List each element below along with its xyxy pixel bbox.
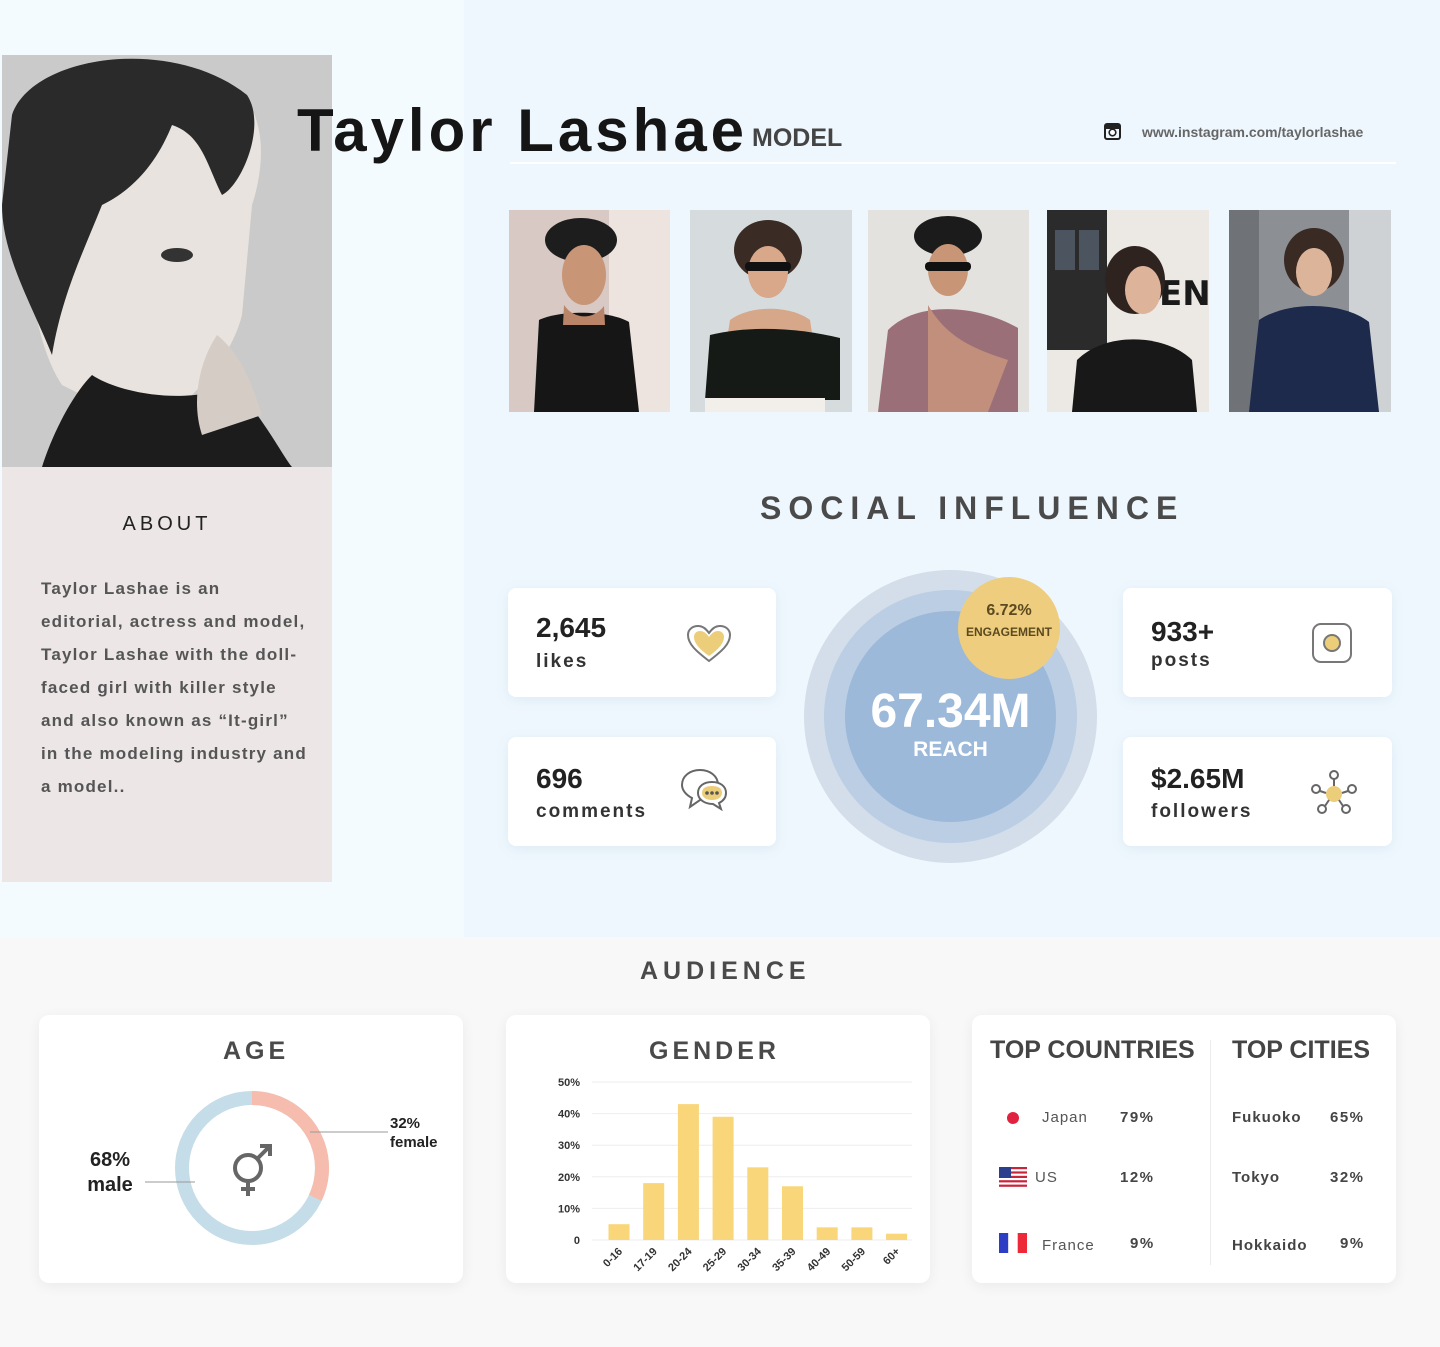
gallery-photo-2[interactable]	[690, 210, 852, 412]
city-name: Fukuoko	[1232, 1109, 1302, 1126]
audience-title: AUDIENCE	[640, 957, 811, 985]
heart-icon	[686, 624, 732, 663]
x-tick-label: 40-49	[805, 1246, 833, 1274]
city-percent: 32%	[1330, 1169, 1365, 1186]
top-cities-title: TOP CITIES	[1232, 1036, 1371, 1064]
posts-label: posts	[1151, 650, 1212, 671]
bar	[816, 1227, 838, 1240]
y-tick-label: 40%	[558, 1109, 580, 1121]
gallery-photo-3[interactable]	[868, 210, 1029, 412]
x-tick-label: 60+	[881, 1246, 903, 1268]
city-percent: 65%	[1330, 1109, 1365, 1126]
geo-divider	[1210, 1040, 1211, 1265]
comments-card: 696 comments	[508, 737, 776, 846]
profile-name: Taylor Lashae	[297, 97, 749, 164]
gender-bar-chart: 0 10% 20% 30% 40% 50% 0-16 17-19 20-24 25-29 30-34…	[558, 1077, 912, 1274]
x-tick-label: 20-24	[666, 1245, 695, 1274]
country-name: France	[1042, 1237, 1095, 1254]
bar	[608, 1224, 630, 1240]
likes-value: 2,645	[536, 612, 607, 643]
about-line: Taylor Lashae with the doll-	[41, 645, 298, 664]
profile-role: MODEL	[752, 124, 843, 152]
male-label: male	[87, 1174, 133, 1196]
country-percent: 12%	[1120, 1169, 1155, 1186]
gender-symbol-icon	[233, 1144, 272, 1196]
social-influence-title: SOCIAL INFLUENCE	[760, 490, 1185, 526]
bar	[886, 1233, 908, 1240]
header-divider	[510, 162, 1396, 164]
bar	[712, 1116, 734, 1240]
followers-network-icon	[1311, 770, 1357, 814]
city-name: Tokyo	[1232, 1169, 1281, 1186]
country-percent: 9%	[1130, 1235, 1155, 1252]
gallery-photo-5[interactable]	[1229, 210, 1391, 412]
likes-label: likes	[536, 651, 589, 672]
bar	[677, 1104, 699, 1240]
city-percent: 9%	[1340, 1235, 1365, 1252]
likes-card: 2,645 likes	[508, 588, 776, 697]
y-tick-label: 20%	[558, 1172, 580, 1184]
engagement-label: ENGAGEMENT	[965, 625, 1052, 639]
reach-label: REACH	[913, 738, 988, 761]
us-flag-icon	[999, 1167, 1027, 1187]
about-line: in the modeling industry and	[41, 744, 307, 763]
comments-icon	[680, 768, 728, 811]
y-tick-label: 50%	[558, 1077, 580, 1089]
reach-value: 67.34M	[870, 685, 1031, 738]
post-camera-icon	[1312, 623, 1352, 663]
followers-value: $2.65M	[1151, 763, 1245, 794]
x-tick-label: 50-59	[840, 1246, 868, 1274]
x-tick-label: 25-29	[701, 1246, 729, 1274]
y-tick-label: 30%	[558, 1140, 580, 1152]
gallery-photo-1[interactable]	[509, 210, 670, 412]
y-tick-label: 10%	[558, 1203, 580, 1215]
instagram-icon[interactable]	[1104, 123, 1121, 140]
about-line: and also known as “It-girl”	[41, 711, 289, 730]
male-percent: 68%	[89, 1149, 131, 1171]
posts-value: 933+	[1151, 616, 1215, 647]
about-text: Taylor Lashae is an editorial, actress a…	[41, 572, 311, 803]
female-leader-line	[310, 1131, 388, 1133]
female-percent: 32%	[390, 1115, 421, 1132]
x-tick-label: 35-39	[770, 1246, 798, 1274]
profile-portrait	[2, 55, 332, 467]
about-title: ABOUT	[122, 513, 212, 535]
engagement-value: 6.72%	[986, 602, 1032, 619]
about-line: Taylor Lashae is an	[41, 579, 221, 598]
japan-flag-icon	[999, 1108, 1027, 1128]
y-tick-label: 0	[574, 1235, 580, 1247]
x-tick-label: 0-16	[601, 1246, 625, 1270]
bar	[747, 1167, 769, 1240]
about-line: a model..	[41, 777, 126, 796]
bar	[782, 1186, 803, 1240]
top-countries-title: TOP COUNTRIES	[990, 1036, 1195, 1064]
gender-title: GENDER	[649, 1037, 780, 1065]
followers-card: $2.65M followers	[1123, 737, 1392, 846]
about-line: faced girl with killer style	[41, 678, 277, 697]
city-name: Hokkaido	[1232, 1237, 1308, 1254]
gallery-photo-4[interactable]: EN.	[1047, 210, 1209, 412]
country-percent: 79%	[1120, 1109, 1155, 1126]
bar	[851, 1227, 873, 1240]
x-tick-label: 30-34	[736, 1245, 765, 1274]
country-name: Japan	[1042, 1109, 1088, 1126]
female-label: female	[390, 1134, 438, 1151]
comments-label: comments	[536, 801, 648, 822]
age-title: AGE	[223, 1037, 290, 1065]
followers-label: followers	[1151, 801, 1253, 822]
france-flag-icon	[999, 1233, 1027, 1253]
about-line: editorial, actress and model,	[41, 612, 306, 631]
comments-value: 696	[536, 763, 583, 794]
x-tick-label: 17-19	[631, 1246, 659, 1274]
posts-card: 933+ posts	[1123, 588, 1392, 697]
svg-text:EN.: EN.	[1159, 274, 1209, 314]
male-leader-line	[145, 1181, 195, 1183]
instagram-link[interactable]: www.instagram.com/taylorlashae	[1142, 124, 1363, 140]
bar	[643, 1183, 665, 1240]
country-name: US	[1035, 1169, 1058, 1186]
